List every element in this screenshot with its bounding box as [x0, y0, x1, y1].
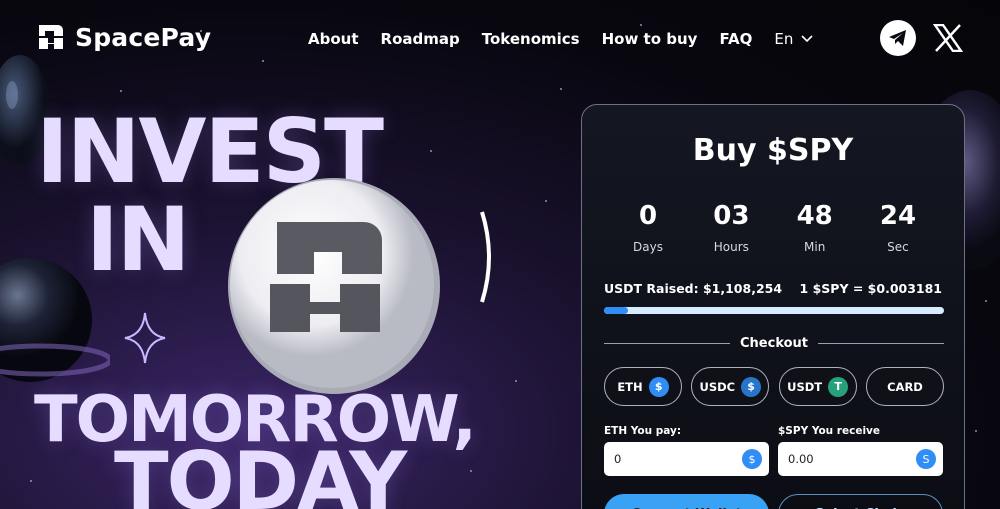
main-nav: About Roadmap Tokenomics How to buy FAQ …: [308, 30, 813, 48]
countdown-label: Hours: [713, 240, 749, 254]
nav-roadmap[interactable]: Roadmap: [381, 30, 460, 48]
receive-amount-input[interactable]: 0.00 S: [778, 442, 943, 476]
pay-option-label: USDC: [699, 379, 736, 394]
usdt-raised: USDT Raised: $1,108,254: [604, 281, 783, 296]
nav-tokenomics[interactable]: Tokenomics: [482, 30, 580, 48]
x-icon: [933, 24, 963, 52]
countdown-hours: 03 Hours: [701, 201, 761, 254]
eth-icon: $: [648, 376, 669, 397]
countdown-value: 48: [796, 201, 833, 231]
countdown-days: 0 Days: [618, 201, 678, 254]
paren-decoration: [480, 211, 491, 303]
checkout-label: Checkout: [740, 336, 809, 351]
eth-icon: $: [742, 449, 762, 469]
spy-coin-icon: [228, 178, 440, 394]
pay-card-button[interactable]: CARD: [865, 367, 944, 406]
pay-amount-input[interactable]: 0 $: [604, 442, 769, 476]
pay-option-label: CARD: [887, 379, 923, 394]
countdown-seconds: 24 Sec: [868, 201, 928, 254]
chevron-down-icon: [801, 35, 813, 43]
token-price: 1 $SPY = $0.003181: [799, 281, 942, 296]
raise-progress-fill: [604, 307, 628, 314]
language-label: En: [774, 30, 794, 48]
pay-eth-button[interactable]: ETH $: [604, 367, 682, 406]
receive-amount-value: 0.00: [788, 452, 814, 466]
pay-option-label: USDT: [787, 379, 823, 394]
hero-line-4: TODAY: [114, 435, 407, 509]
brand-name: SpacePay: [75, 22, 212, 52]
telegram-button[interactable]: [880, 20, 916, 56]
countdown-value: 03: [713, 201, 750, 231]
language-selector[interactable]: En: [774, 30, 813, 48]
connect-wallet-button[interactable]: Connect Wallet: [604, 494, 769, 509]
payment-options: ETH $ USDC $ USDT T CARD: [604, 367, 944, 406]
divider-line: [818, 343, 945, 344]
telegram-icon: [889, 30, 906, 46]
countdown-label: Sec: [887, 240, 909, 254]
spacepay-logo-icon: [39, 25, 63, 49]
brand-logo[interactable]: SpacePay: [36, 22, 211, 52]
nav-faq[interactable]: FAQ: [719, 30, 752, 48]
countdown-value: 24: [879, 201, 917, 231]
pay-usdt-button[interactable]: USDT T: [778, 367, 857, 406]
countdown-label: Min: [804, 240, 826, 254]
pay-usdc-button[interactable]: USDC $: [691, 367, 770, 406]
nav-about[interactable]: About: [308, 30, 359, 48]
divider-line: [604, 343, 730, 344]
spy-token-icon: S: [916, 449, 936, 469]
x-button[interactable]: [930, 20, 966, 56]
countdown-label: Days: [633, 240, 663, 254]
countdown-value: 0: [638, 201, 658, 231]
sparkle-icon: [124, 312, 166, 364]
pay-option-label: ETH: [617, 379, 643, 394]
checkout-divider: Checkout: [604, 336, 945, 351]
select-chain-button[interactable]: Select Chain: [778, 494, 943, 509]
widget-title: Buy $SPY: [692, 133, 854, 168]
usdt-icon: T: [828, 376, 849, 397]
pay-field-label: ETH You pay:: [604, 425, 682, 437]
countdown-timer: 0 Days 03 Hours 48 Min 24 Sec: [618, 201, 928, 254]
buy-widget: Buy $SPY 0 Days 03 Hours 48 Min 24 Sec U…: [581, 104, 965, 509]
countdown-minutes: 48 Min: [785, 201, 845, 254]
raise-progress-bar: [604, 307, 944, 314]
site-header: SpacePay About Roadmap Tokenomics How to…: [0, 0, 1000, 78]
nav-how-to-buy[interactable]: How to buy: [602, 30, 698, 48]
hero-line-2: IN: [86, 188, 190, 291]
usdc-icon: $: [741, 376, 762, 397]
receive-field-label: $SPY You receive: [778, 425, 881, 437]
pay-amount-value: 0: [614, 452, 622, 466]
